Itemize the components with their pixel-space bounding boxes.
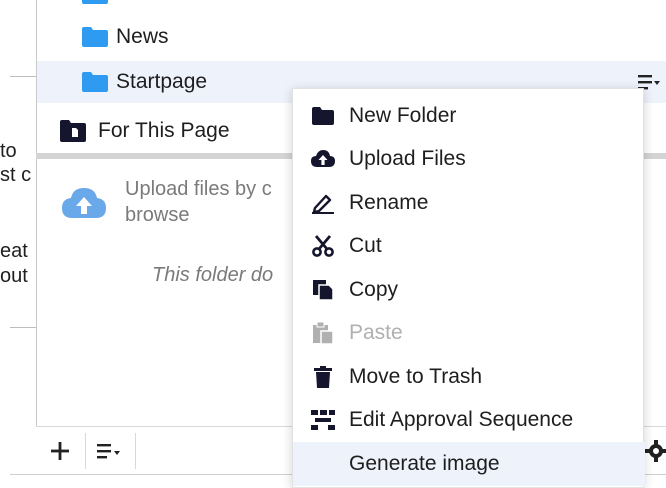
scissors-icon xyxy=(293,235,347,258)
menu-item-new-folder[interactable]: New Folder xyxy=(293,94,645,138)
context-menu: New Folder Upload Files Rename Cut Copy xyxy=(292,88,645,488)
background-text: eat xyxy=(0,240,28,262)
tree-item-label: News xyxy=(116,25,169,48)
menu-item-label: New Folder xyxy=(349,103,457,127)
screen: to st c eat out News Startpage For This … xyxy=(0,0,666,488)
sort-menu-button[interactable] xyxy=(86,427,134,475)
paste-icon xyxy=(293,322,347,345)
menu-item-cut[interactable]: Cut xyxy=(293,225,645,269)
empty-folder-message: This folder do xyxy=(152,264,274,286)
tree-item-label: For This Page xyxy=(98,119,230,142)
tree-item-for-this-page[interactable]: For This Page xyxy=(60,110,230,152)
menu-item-move-to-trash[interactable]: Move to Trash xyxy=(293,355,645,399)
menu-item-generate-image[interactable]: Generate image xyxy=(293,442,645,486)
menu-item-edit-approval-sequence[interactable]: Edit Approval Sequence xyxy=(293,399,645,443)
background-divider xyxy=(10,327,36,328)
background-divider xyxy=(10,76,36,77)
folder-icon xyxy=(293,106,347,125)
menu-item-rename[interactable]: Rename xyxy=(293,181,645,225)
plus-icon xyxy=(51,442,69,460)
list-sort-icon xyxy=(97,444,120,459)
add-button[interactable] xyxy=(36,427,84,475)
folder-icon xyxy=(82,72,108,92)
page-folder-icon xyxy=(60,120,86,142)
menu-item-paste[interactable]: Paste xyxy=(293,312,645,356)
upload-hint: Upload files by c browse xyxy=(125,176,272,228)
tree-item-news[interactable]: News xyxy=(82,16,169,58)
gear-icon[interactable] xyxy=(645,440,666,462)
menu-item-label: Copy xyxy=(349,277,399,301)
approval-sequence-icon xyxy=(293,409,347,431)
folder-icon xyxy=(82,0,108,4)
menu-item-copy[interactable]: Copy xyxy=(293,268,645,312)
background-page: to st c eat out xyxy=(0,0,36,488)
menu-item-label: Generate image xyxy=(349,451,500,475)
rename-icon xyxy=(293,192,347,214)
menu-item-label: Move to Trash xyxy=(349,364,483,388)
copy-icon xyxy=(293,279,347,301)
menu-item-label: Paste xyxy=(349,321,403,345)
background-text: to xyxy=(0,140,17,162)
toolbar-separator xyxy=(135,433,136,469)
tree-item-label: Startpage xyxy=(116,70,208,93)
menu-item-label: Upload Files xyxy=(349,147,466,171)
folder-icon xyxy=(82,27,108,47)
trash-icon xyxy=(293,365,347,388)
background-text: out xyxy=(0,265,28,287)
menu-item-label: Rename xyxy=(349,190,429,214)
menu-item-upload-files[interactable]: Upload Files xyxy=(293,138,645,182)
browse-link[interactable]: browse xyxy=(125,202,272,228)
upload-hint-line: Upload files by c xyxy=(125,178,272,200)
cloud-upload-icon xyxy=(293,149,347,169)
menu-item-label: Cut xyxy=(349,234,382,258)
background-text: st c xyxy=(0,164,32,186)
menu-item-label: Edit Approval Sequence xyxy=(349,408,574,432)
cloud-upload-icon xyxy=(62,188,106,218)
